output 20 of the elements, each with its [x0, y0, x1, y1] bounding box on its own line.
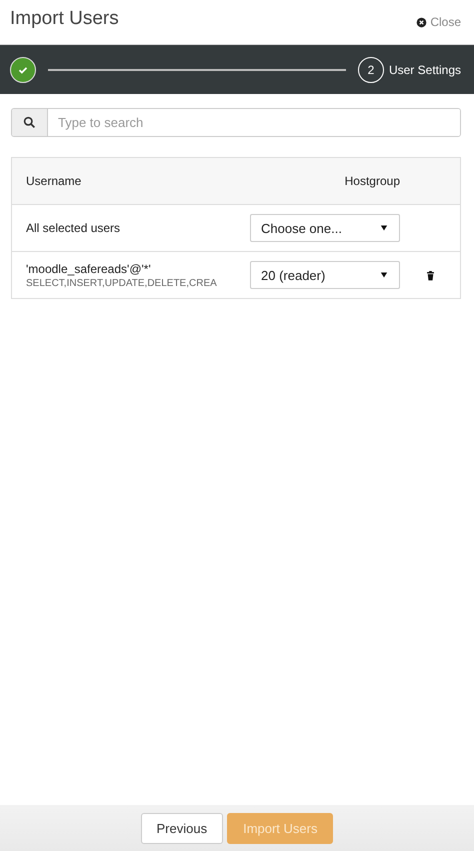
username-text: 'moodle_safereads'@'*': [26, 262, 152, 276]
trash-icon: [424, 270, 436, 280]
delete-button[interactable]: [424, 270, 436, 280]
dialog-title: Import Users: [10, 8, 119, 30]
step-title: User Settings: [388, 62, 461, 76]
previous-button[interactable]: Previous: [140, 812, 224, 844]
hostgroup-dropdown[interactable]: Choose one...: [250, 214, 400, 242]
column-header: Username: [26, 174, 82, 188]
hostgroup-dropdown[interactable]: 20 (reader): [250, 261, 400, 289]
search-field[interactable]: Type to search: [11, 108, 461, 137]
column-header: Hostgroup: [344, 174, 400, 188]
completed-step-icon[interactable]: [10, 56, 36, 82]
step-number[interactable]: 2: [358, 56, 384, 82]
caret-icon: [379, 270, 389, 280]
close-button[interactable]: Close: [416, 15, 461, 29]
username-text: All selected users: [26, 221, 122, 235]
close-icon: [416, 16, 428, 28]
search-icon: [23, 116, 36, 129]
caret-icon: [379, 223, 389, 233]
privileges-text: SELECT,INSERT,UPDATE,DELETE,CREA: [26, 278, 218, 288]
